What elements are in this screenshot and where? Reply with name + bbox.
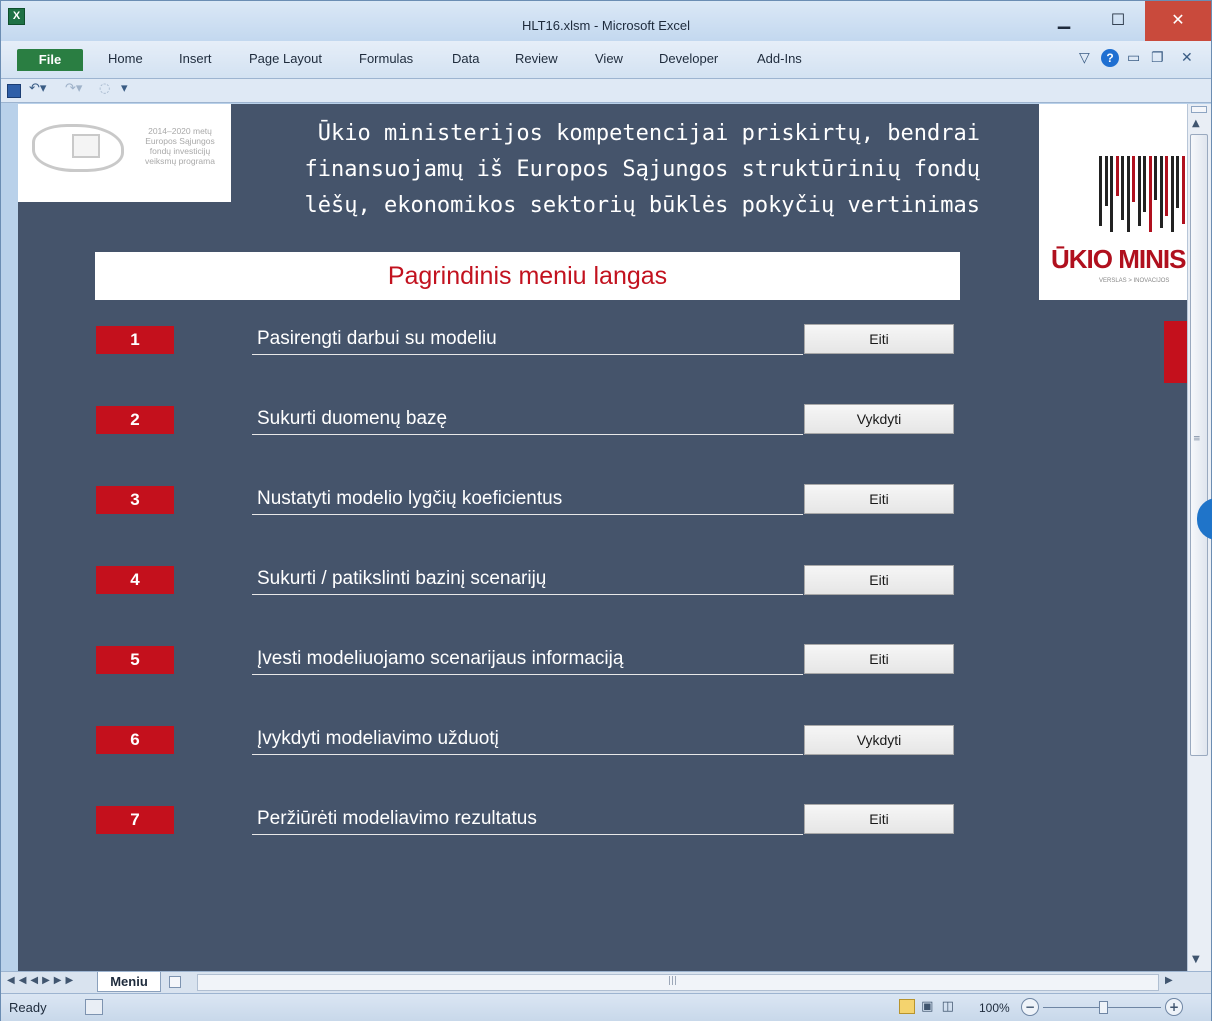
ministry-logo: ŪKIO MINIS VERSLAS > INOVACIJOS xyxy=(1039,104,1187,300)
menu-button-7[interactable]: Eiti xyxy=(804,804,954,834)
close-button[interactable]: ✕ xyxy=(1145,1,1211,41)
menu-button-6[interactable]: Vykdyti xyxy=(804,725,954,755)
menu-number-6: 6 xyxy=(96,726,174,754)
sheet-tab-meniu[interactable]: Meniu xyxy=(97,972,161,992)
workbook-close-icon[interactable]: ✕ xyxy=(1181,50,1193,66)
horizontal-scrollbar[interactable]: ||| xyxy=(197,974,1159,991)
menu-number-7: 7 xyxy=(96,806,174,834)
workbook-restore-icon[interactable]: ❐ xyxy=(1151,50,1164,66)
help-icon[interactable]: ? xyxy=(1101,49,1119,67)
heading-line: finansuojamų iš Europos Sąjungos struktū… xyxy=(304,157,980,182)
zoom-out-button[interactable]: − xyxy=(1021,998,1039,1016)
ministry-logo-subtext: VERSLAS > INOVACIJOS xyxy=(1099,278,1170,284)
maximize-button[interactable]: ☐ xyxy=(1091,1,1145,41)
scroll-down-icon[interactable]: ▼ xyxy=(1192,954,1200,965)
ribbon-tabs: File Home Insert Page Layout Formulas Da… xyxy=(1,41,1211,79)
macro-record-icon[interactable] xyxy=(85,999,103,1015)
title-bar: X HLT16.xlsm - Microsoft Excel ▁ ☐ ✕ xyxy=(1,1,1211,41)
menu-button-4[interactable]: Eiti xyxy=(804,565,954,595)
eu-funds-logo: 2014–2020 metų Europos Sąjungos fondų in… xyxy=(18,104,231,202)
tab-formulas[interactable]: Formulas xyxy=(359,51,413,66)
page-layout-view-icon[interactable]: ▣ xyxy=(921,999,935,1014)
menu-label-2: Sukurti duomenų bazę xyxy=(252,405,803,435)
menu-label-4: Sukurti / patikslinti bazinį scenarijų xyxy=(252,565,803,595)
menu-title: Pagrindinis meniu langas xyxy=(387,262,668,290)
quick-access-toolbar: ↶▾ ↷▾ ◌ ▾ xyxy=(1,79,1211,103)
tab-home[interactable]: Home xyxy=(108,51,143,66)
menu-number-3: 3 xyxy=(96,486,174,514)
view-buttons: ▣ ◫ xyxy=(899,999,956,1014)
page-break-view-icon[interactable]: ◫ xyxy=(942,999,956,1014)
minimize-button[interactable]: ▁ xyxy=(1037,1,1091,41)
menu-button-5[interactable]: Eiti xyxy=(804,644,954,674)
excel-window: X HLT16.xlsm - Microsoft Excel ▁ ☐ ✕ Fil… xyxy=(0,0,1212,1021)
page-heading: Ūkio ministerijos kompetencijai priskirt… xyxy=(258,116,980,224)
menu-number-2: 2 xyxy=(96,406,174,434)
status-bar: Ready ▣ ◫ 100% − + xyxy=(1,993,1211,1021)
workbook-minimize-icon[interactable]: ▭ xyxy=(1127,50,1140,66)
scroll-grip-icon: ||| xyxy=(668,976,678,986)
menu-number-4: 4 xyxy=(96,566,174,594)
menu-button-1[interactable]: Eiti xyxy=(804,324,954,354)
menu-button-2[interactable]: Vykdyti xyxy=(804,404,954,434)
record-icon[interactable]: ◌ xyxy=(99,81,110,96)
eu-flag-icon xyxy=(72,134,100,158)
ministry-logo-text: ŪKIO MINIS xyxy=(1051,244,1186,274)
menu-label-1: Pasirengti darbui su modeliu xyxy=(252,325,803,355)
menu-button-3[interactable]: Eiti xyxy=(804,484,954,514)
tab-file[interactable]: File xyxy=(17,49,83,71)
redo-icon[interactable]: ↷▾ xyxy=(65,81,82,96)
undo-icon[interactable]: ↶▾ xyxy=(29,81,46,96)
sheet-tab-bar: ◀◀◀▶▶▶ Meniu ||| ▶ xyxy=(1,971,1211,993)
scroll-up-icon[interactable]: ▲ xyxy=(1192,118,1200,129)
tab-data[interactable]: Data xyxy=(452,51,479,66)
heading-line: Ūkio ministerijos kompetencijai priskirt… xyxy=(317,121,980,146)
menu-label-6: Įvykdyti modeliavimo užduotį xyxy=(252,725,803,755)
zoom-slider-thumb[interactable] xyxy=(1099,1001,1108,1014)
menu-label-5: Įvesti modeliuojamo scenarijaus informac… xyxy=(252,645,803,675)
vertical-scroll-thumb[interactable] xyxy=(1190,134,1208,756)
side-red-marker xyxy=(1164,321,1187,383)
scroll-right-icon[interactable]: ▶ xyxy=(1165,975,1173,986)
customize-toolbar-icon[interactable]: ▾ xyxy=(121,81,128,96)
split-box[interactable] xyxy=(1191,106,1207,113)
menu-number-5: 5 xyxy=(96,646,174,674)
menu-title-box: Pagrindinis meniu langas xyxy=(95,252,960,300)
sheet-navigation-icons[interactable]: ◀◀◀▶▶▶ xyxy=(7,975,77,986)
tab-developer[interactable]: Developer xyxy=(659,51,718,66)
ministry-barcode-icon xyxy=(1099,156,1187,232)
menu-number-1: 1 xyxy=(96,326,174,354)
window-title: HLT16.xlsm - Microsoft Excel xyxy=(521,18,691,33)
normal-view-icon[interactable] xyxy=(899,999,915,1014)
worksheet: 2014–2020 metų Europos Sąjungos fondų in… xyxy=(18,104,1187,971)
tab-view[interactable]: View xyxy=(595,51,623,66)
zoom-in-button[interactable]: + xyxy=(1165,998,1183,1016)
tab-review[interactable]: Review xyxy=(515,51,558,66)
minimize-ribbon-icon[interactable]: ▽ xyxy=(1079,50,1090,66)
menu-label-7: Peržiūrėti modeliavimo rezultatus xyxy=(252,805,803,835)
save-icon[interactable] xyxy=(7,84,21,98)
zoom-level[interactable]: 100% xyxy=(979,1001,1010,1015)
insert-sheet-icon[interactable] xyxy=(169,976,181,988)
heading-line: lėšų, ekonomikos sektorių būklės pokyčių… xyxy=(304,193,980,218)
menu-label-3: Nustatyti modelio lygčių koeficientus xyxy=(252,485,803,515)
tab-page-layout[interactable]: Page Layout xyxy=(249,51,322,66)
status-ready: Ready xyxy=(9,1000,47,1015)
eu-funds-logo-text: 2014–2020 metų Europos Sąjungos fondų in… xyxy=(145,126,215,166)
tab-add-ins[interactable]: Add-Ins xyxy=(757,51,802,66)
scroll-grip-icon: ≡ xyxy=(1193,434,1201,444)
tab-insert[interactable]: Insert xyxy=(179,51,212,66)
